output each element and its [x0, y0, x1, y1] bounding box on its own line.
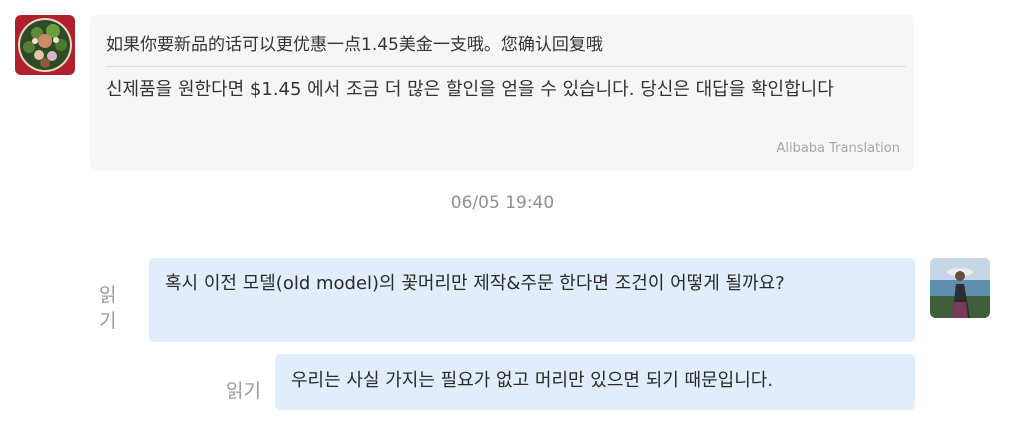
contact-avatar[interactable] — [15, 15, 75, 75]
message-timestamp: 06/05 19:40 — [450, 193, 555, 213]
incoming-message-bubble: 如果你要新品的话可以更优惠一点1.45美金一支哦。您确认回复哦 신제품을 원한다… — [90, 15, 914, 171]
outgoing-message-bubble: 혹시 이전 모델(old model)의 꽃머리만 제작&주문 한다면 조건이 … — [149, 258, 915, 342]
original-message-text: 如果你要新品的话可以更优惠一点1.45美金一支哦。您确认回复哦 — [106, 35, 603, 55]
flower-wreath-avatar-icon — [15, 15, 75, 75]
translation-source-label: Alibaba Translation — [776, 141, 900, 156]
user-avatar[interactable] — [930, 258, 990, 318]
outgoing-message-text: 혹시 이전 모델(old model)의 꽃머리만 제작&주문 한다면 조건이 … — [165, 273, 785, 294]
read-status-label: 읽기 — [99, 284, 117, 332]
user-photo-avatar-icon — [930, 258, 990, 318]
translation-divider — [106, 66, 906, 67]
outgoing-message-text: 우리는 사실 가지는 필요가 없고 머리만 있으면 되기 때문입니다. — [291, 370, 774, 391]
read-status-label: 읽기 — [226, 380, 261, 402]
outgoing-message-bubble: 우리는 사실 가지는 필요가 없고 머리만 있으면 되기 때문입니다. — [275, 354, 915, 410]
translated-message-text: 신제품을 원한다면 $1.45 에서 조금 더 많은 할인을 얻을 수 있습니다… — [106, 79, 834, 100]
